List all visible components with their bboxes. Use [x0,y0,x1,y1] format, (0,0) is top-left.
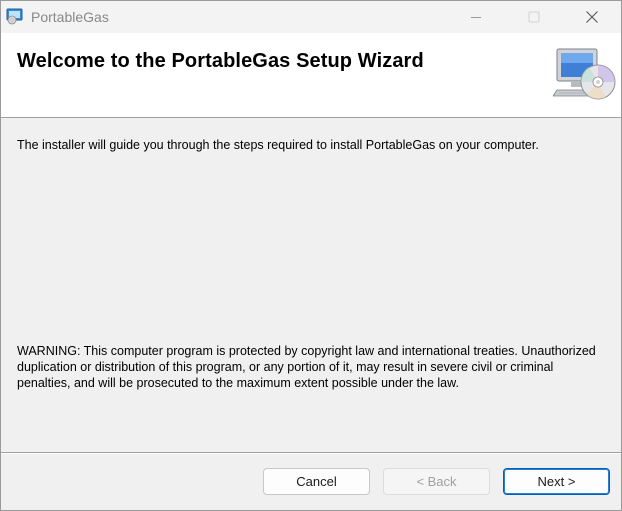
footer-separator [1,452,621,454]
cancel-button[interactable]: Cancel [263,468,370,495]
close-icon [586,11,598,23]
close-button[interactable] [563,1,621,33]
window-title: PortableGas [31,9,109,25]
back-button: < Back [383,468,490,495]
maximize-button [505,1,563,33]
installer-app-icon [6,8,23,25]
wizard-title: Welcome to the PortableGas Setup Wizard [17,50,424,72]
intro-text: The installer will guide you through the… [17,138,539,152]
setup-wizard-window: PortableGas Welcome to the PortableGas S… [0,0,622,511]
header-banner: Welcome to the PortableGas Setup Wizard [1,33,621,118]
copyright-warning-text: WARNING: This computer program is protec… [17,344,596,390]
maximize-icon [528,11,540,23]
minimize-button[interactable] [447,1,505,33]
computer-cd-icon [553,48,616,100]
next-button[interactable]: Next > [503,468,610,495]
title-bar[interactable]: PortableGas [1,1,621,33]
minimize-icon [471,17,481,18]
